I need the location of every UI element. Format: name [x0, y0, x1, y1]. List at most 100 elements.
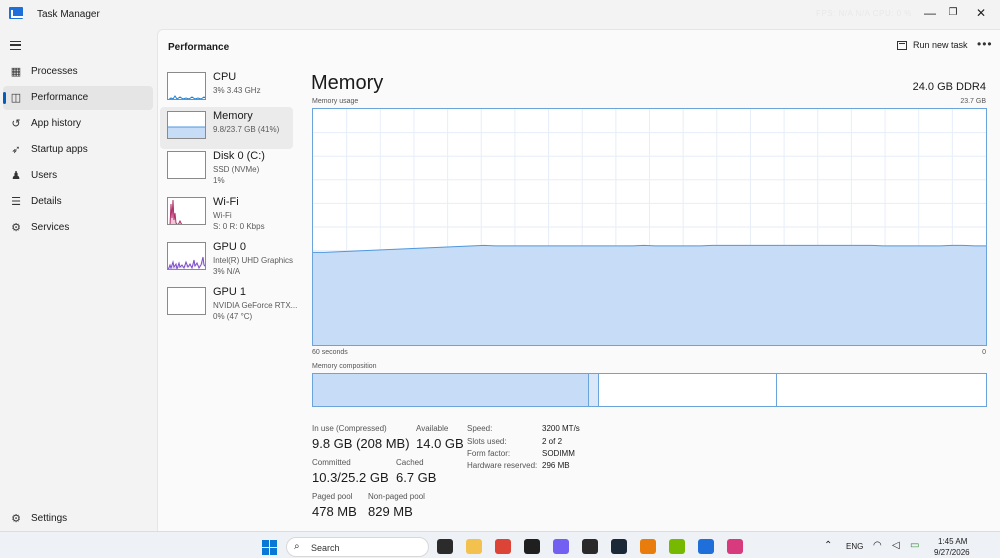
memory-usage-area [313, 245, 986, 345]
sidebar-item-performance[interactable]: ◫ Performance [3, 86, 153, 110]
chrome-icon[interactable] [495, 539, 511, 554]
committed-value: 10.3/25.2 GB [312, 470, 389, 485]
resource-name: Wi-Fi [213, 196, 239, 208]
detail-title: Memory [311, 72, 384, 94]
cached-value: 6.7 GB [396, 470, 437, 485]
wifi-thumbnail [167, 197, 206, 225]
disk-sparkline [168, 152, 206, 179]
resource-gpu1[interactable]: GPU 1 NVIDIA GeForce RTX... 0% (47 °C) [160, 283, 297, 325]
search-icon: ⌕ [294, 541, 300, 552]
clock-date[interactable]: 9/27/2026 [934, 548, 970, 557]
wifi-sparkline [169, 199, 183, 224]
epic-games-icon[interactable] [582, 539, 598, 554]
sidebar-item-processes[interactable]: ▦ Processes [3, 60, 153, 84]
resource-name: GPU 1 [213, 286, 247, 298]
spec-value-speed: 3200 MT/s [542, 424, 580, 433]
committed-label: Committed [312, 458, 351, 467]
gpu0-sparkline [168, 256, 205, 269]
resource-wifi[interactable]: Wi-Fi Wi-Fi S: 0 R: 0 Kbps [160, 193, 293, 235]
graph-max-label: 23.7 GB [960, 98, 986, 105]
title-bar: Task Manager FPS: N/A N/A CPU: 0 % — ❐ ✕ [0, 0, 1000, 29]
resource-name: CPU [213, 71, 237, 83]
taskbar: ⌕ Search ⌃ ENG ◠ ◁ ▭ 1:45 AM 9/27/2026 [0, 531, 1000, 558]
app-history-icon: ↺ [11, 117, 21, 130]
clock-time[interactable]: 1:45 AM [938, 537, 967, 546]
overlay-stats: FPS: N/A N/A CPU: 0 % [816, 9, 912, 18]
blender-icon[interactable] [640, 539, 656, 554]
sidebar-item-label: Processes [31, 66, 78, 77]
main-panel: Performance Run new task ••• CPU 3% 3.43… [157, 29, 1000, 531]
available-label: Available [416, 424, 449, 433]
cpu-thumbnail [167, 72, 206, 100]
resource-detail: NVIDIA GeForce RTX... [213, 301, 298, 310]
snipping-tool-icon[interactable] [727, 539, 743, 554]
taskbar-search-input[interactable]: ⌕ Search [286, 537, 429, 557]
resource-detail: 3% N/A [213, 267, 241, 276]
sidebar-item-details[interactable]: ☰ Details [3, 190, 153, 214]
sidebar-item-app-history[interactable]: ↺ App history [3, 112, 153, 136]
run-new-task-button[interactable]: Run new task [897, 40, 968, 50]
sidebar-item-startup-apps[interactable]: ➶ Startup apps [3, 138, 153, 162]
resource-detail: Wi-Fi [213, 211, 232, 220]
hamburger-menu-icon[interactable] [10, 41, 21, 50]
memory-usage-label: Memory usage [312, 98, 359, 105]
resource-name: Memory [213, 110, 253, 122]
memory-sparkline [168, 126, 205, 138]
nvidia-icon[interactable] [669, 539, 685, 554]
memory-usage-graph [312, 108, 987, 346]
battery-icon[interactable]: ▭ [910, 540, 919, 551]
sidebar-item-settings[interactable]: ⚙ Settings [3, 507, 153, 529]
performance-icon: ◫ [10, 91, 22, 104]
memory-spec: 24.0 GB DDR4 [912, 81, 986, 93]
resource-name: Disk 0 (C:) [213, 150, 265, 162]
sidebar-item-label: Settings [31, 513, 68, 524]
resource-disk[interactable]: Disk 0 (C:) SSD (NVMe) 1% [160, 147, 293, 189]
cached-label: Cached [396, 458, 424, 467]
minimize-button[interactable]: — [919, 4, 941, 22]
sidebar-item-users[interactable]: ♟ Users [3, 164, 153, 188]
window-title: Task Manager [37, 9, 100, 20]
more-options-button[interactable]: ••• [977, 37, 993, 51]
resource-detail: 9.8/23.7 GB (41%) [213, 125, 280, 134]
spec-label-hw-reserved: Hardware reserved: [467, 461, 538, 470]
steam-icon[interactable] [611, 539, 627, 554]
processes-icon: ▦ [10, 65, 22, 78]
gpu0-thumbnail [167, 242, 206, 270]
resource-gpu0[interactable]: GPU 0 Intel(R) UHD Graphics 3% N/A [160, 238, 293, 280]
task-manager-app-icon[interactable] [698, 539, 714, 554]
start-button[interactable] [262, 540, 277, 555]
file-explorer-icon[interactable] [466, 539, 482, 554]
in-use-value: 9.8 GB (208 MB) [312, 436, 410, 451]
sidebar-item-services[interactable]: ⚙ Services [3, 216, 153, 240]
viber-icon[interactable] [553, 539, 569, 554]
resource-detail: Intel(R) UHD Graphics [213, 256, 294, 265]
sidebar-item-label: Startup apps [31, 144, 88, 155]
nonpaged-pool-label: Non-paged pool [368, 492, 425, 501]
resource-memory[interactable]: Memory 9.8/23.7 GB (41%) [160, 107, 293, 149]
sidebar-item-label: Performance [31, 92, 89, 103]
gpu1-thumbnail [167, 287, 206, 315]
composition-in-use [313, 374, 589, 406]
spec-value-hw-reserved: 296 MB [542, 461, 570, 470]
resource-detail: 0% (47 °C) [213, 312, 253, 321]
in-use-label: In use (Compressed) [312, 424, 387, 433]
resource-detail: 1% [213, 176, 225, 185]
close-button[interactable]: ✕ [970, 4, 992, 22]
spec-value-form-factor: SODIMM [542, 449, 575, 458]
chevron-up-icon[interactable]: ⌃ [824, 540, 832, 551]
volume-icon[interactable]: ◁ [892, 540, 900, 551]
users-icon: ♟ [11, 169, 21, 182]
page-title: Performance [168, 42, 230, 53]
resource-detail: 3% 3.43 GHz [213, 86, 261, 95]
spec-label-speed: Speed: [467, 424, 493, 433]
graph-zero-label: 0 [982, 349, 986, 356]
run-new-task-label: Run new task [913, 40, 968, 50]
nonpaged-pool-value: 829 MB [368, 504, 413, 519]
task-view-icon[interactable] [437, 539, 453, 554]
spotify-app-icon[interactable] [524, 539, 540, 554]
memory-composition-bar [312, 373, 987, 407]
language-indicator[interactable]: ENG [846, 542, 863, 551]
resource-cpu[interactable]: CPU 3% 3.43 GHz [160, 68, 293, 110]
wifi-icon[interactable]: ◠ [873, 540, 882, 551]
maximize-button[interactable]: ❐ [942, 4, 964, 22]
